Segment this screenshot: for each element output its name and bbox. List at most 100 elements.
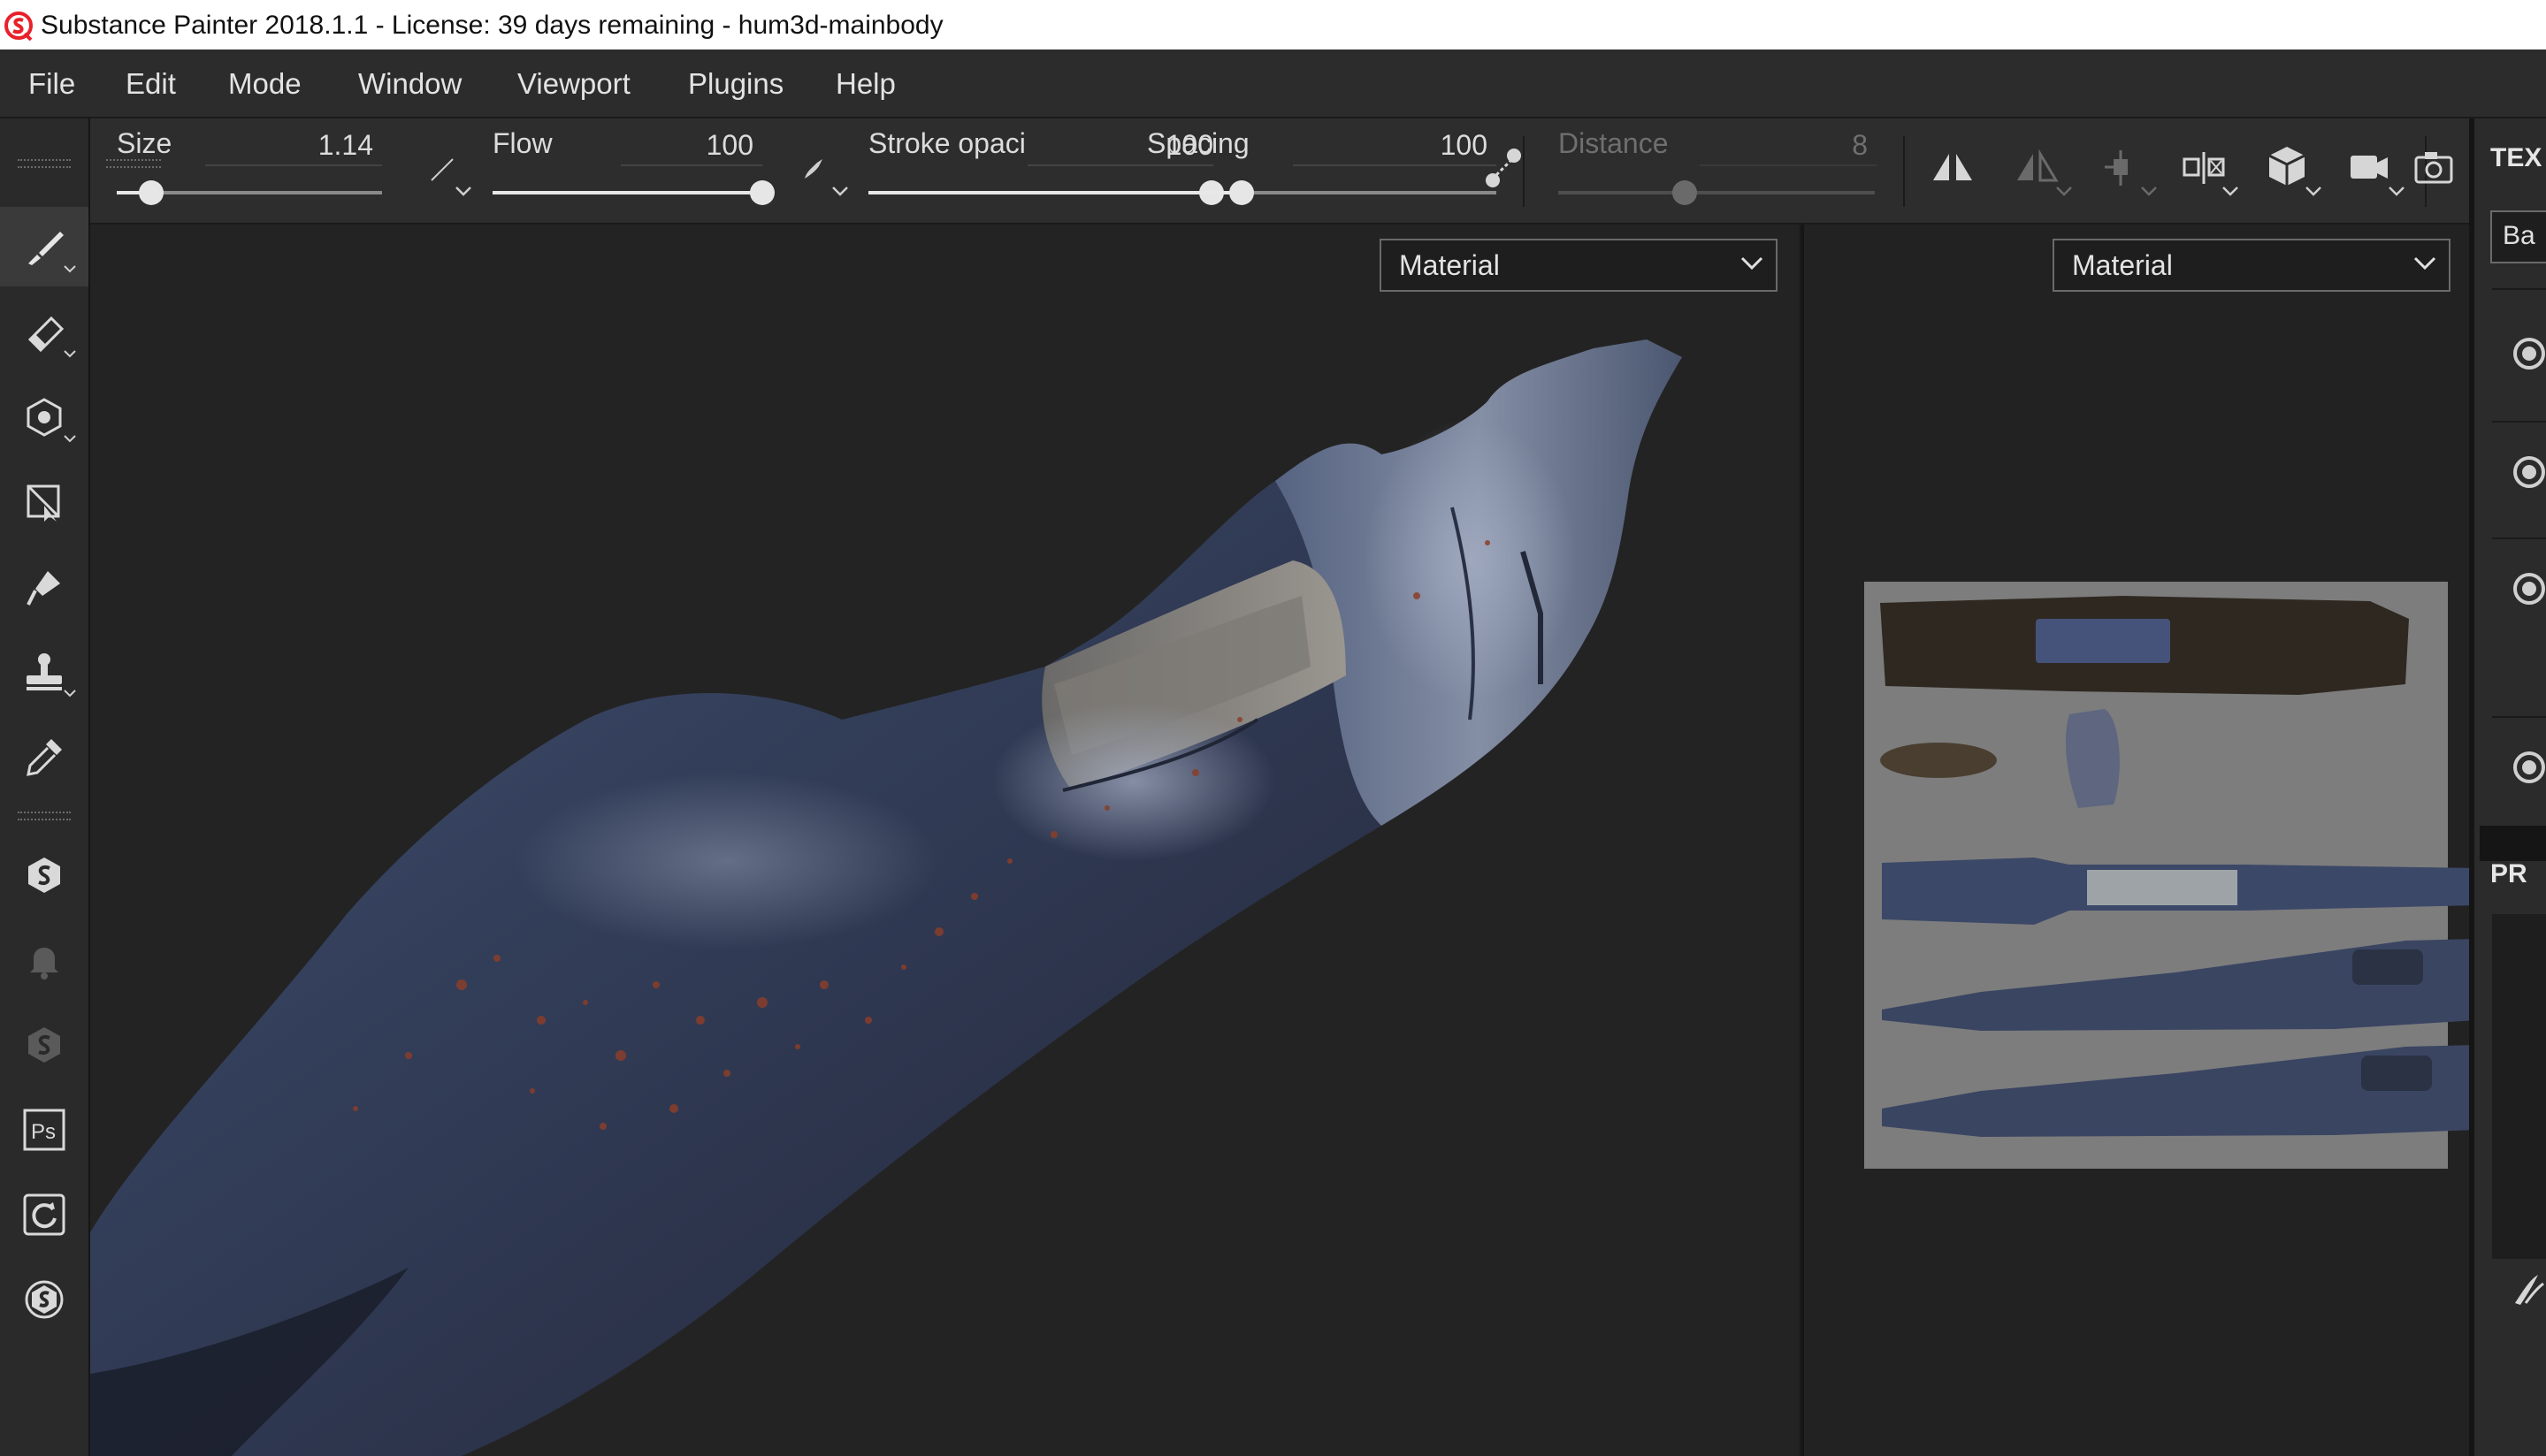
menu-bar: File Edit Mode Window Viewport Plugins H… (0, 50, 2546, 118)
right-panel: TEX Ba PR (2469, 118, 2546, 1456)
toolbar-grip[interactable] (18, 159, 71, 168)
camera-icon[interactable] (2347, 149, 2393, 187)
viewport-split-icon[interactable] (2181, 147, 2227, 189)
chevron-down-icon[interactable] (455, 186, 472, 198)
spacing-slider-handle[interactable] (1228, 180, 1254, 205)
substance-source-icon (28, 1027, 60, 1063)
spacing-value[interactable]: 100 (1355, 129, 1487, 162)
symmetry-icon[interactable] (1930, 147, 1976, 189)
pressure-size-icon[interactable] (426, 154, 458, 186)
chevron-down-icon[interactable] (2140, 186, 2158, 198)
display-mode-cube-icon[interactable] (2264, 143, 2310, 189)
tool-properties-bar: Size 1.14 Flow 100 Stroke opaci 100 Spac… (90, 118, 2469, 225)
chevron-down-icon[interactable] (831, 186, 849, 198)
color-picker-tool[interactable] (0, 716, 88, 796)
chevron-down-icon (64, 435, 76, 443)
spacing-field-underline (1293, 164, 1496, 166)
texture-set-field[interactable]: Ba (2490, 210, 2546, 263)
substance-painter-logo-icon (4, 11, 33, 41)
svg-text:Ps: Ps (31, 1120, 56, 1144)
photoshop-icon: Ps (23, 1109, 65, 1151)
spacing-label: Spacing (1147, 127, 1250, 159)
texture-set-radio-3[interactable] (2513, 573, 2545, 605)
chevron-down-icon[interactable] (2055, 186, 2073, 198)
notifications-tool[interactable] (0, 919, 88, 999)
menu-window[interactable]: Window (358, 67, 462, 101)
stroke-opacity-label: Stroke opaci (868, 127, 1026, 159)
distance-slider-handle[interactable] (1672, 180, 1698, 205)
menu-help[interactable]: Help (836, 67, 896, 101)
menu-file[interactable]: File (28, 67, 75, 101)
polygon-fill-icon (27, 484, 60, 522)
window-title: Substance Painter 2018.1.1 - License: 39… (41, 11, 944, 40)
camera-pivot-icon[interactable] (2098, 147, 2144, 189)
smudge-tool[interactable] (0, 546, 88, 626)
distance-slider-track[interactable] (1558, 191, 1875, 194)
substance-share-tool[interactable] (0, 835, 88, 914)
panel-separator (2492, 288, 2546, 290)
eyedropper-icon (27, 739, 62, 776)
panel-separator (2492, 537, 2546, 539)
toolbar-grip[interactable] (18, 812, 71, 820)
texture-set-radio-1[interactable] (2513, 338, 2545, 370)
paint-brush-tool[interactable] (0, 207, 88, 286)
paint-brush-icon (28, 232, 64, 265)
tool-strip: Ps (0, 118, 90, 1456)
substance-icon (25, 1280, 64, 1319)
menu-edit[interactable]: Edit (126, 67, 176, 101)
chevron-down-icon (64, 350, 76, 358)
spacing-slider-fill (1147, 191, 1242, 194)
flow-field-underline (621, 164, 762, 166)
pressure-flow-icon[interactable] (798, 152, 830, 184)
chevron-down-icon[interactable] (2388, 186, 2405, 198)
polygon-fill-tool[interactable] (0, 461, 88, 541)
substance-tool[interactable] (0, 1259, 88, 1338)
size-slider-handle[interactable] (139, 180, 164, 205)
screenshot-icon[interactable] (2412, 149, 2455, 187)
sync-icon (23, 1193, 65, 1236)
menu-viewport[interactable]: Viewport (517, 67, 631, 101)
eraser-icon (27, 316, 65, 353)
projection-tool[interactable] (0, 377, 88, 456)
menu-mode[interactable]: Mode (228, 67, 302, 101)
properties-panel-title: PR (2490, 859, 2527, 888)
size-value[interactable]: 1.14 (267, 129, 373, 162)
viewport-2d[interactable]: Material (1801, 225, 2473, 1456)
clone-stamp-icon (27, 653, 62, 690)
uv-texture-map (1864, 582, 2473, 1169)
flow-slider-fill (493, 191, 762, 194)
flow-value[interactable]: 100 (638, 129, 753, 162)
distance-label: Distance (1558, 127, 1669, 159)
brush-preview-icon[interactable] (2508, 1268, 2546, 1310)
size-label: Size (117, 127, 172, 159)
eraser-tool[interactable] (0, 292, 88, 371)
toolbar-separator (1903, 136, 1905, 207)
symmetry-settings-icon[interactable] (2014, 147, 2060, 189)
panel-divider (2480, 826, 2546, 861)
viewport-3d[interactable]: Material (90, 225, 1799, 1456)
stroke-opacity-field-underline (1028, 164, 1213, 166)
substance-source-tool[interactable] (0, 1004, 88, 1084)
panel-separator (2492, 716, 2546, 718)
size-field-underline (205, 164, 382, 166)
texture-set-radio-2[interactable] (2513, 456, 2545, 488)
toolbar-grip[interactable] (106, 159, 161, 168)
lazy-mouse-icon[interactable] (1480, 141, 1526, 194)
chevron-down-icon[interactable] (2305, 186, 2322, 198)
smudge-icon (27, 571, 60, 606)
photoshop-tool[interactable]: Ps (0, 1089, 88, 1169)
clone-tool[interactable] (0, 631, 88, 711)
menu-plugins[interactable]: Plugins (688, 67, 784, 101)
texture-set-radio-4[interactable] (2513, 751, 2545, 783)
chevron-down-icon (64, 265, 76, 273)
chevron-down-icon[interactable] (2221, 186, 2239, 198)
flow-slider-handle[interactable] (750, 180, 775, 205)
distance-value[interactable]: 8 (1770, 129, 1868, 162)
sync-tool[interactable] (0, 1174, 88, 1254)
texture-set-field-value: Ba (2503, 221, 2535, 250)
flow-label: Flow (493, 127, 553, 159)
title-bar: Substance Painter 2018.1.1 - License: 39… (0, 0, 2546, 50)
substance-share-icon (28, 858, 60, 893)
distance-field-underline (1700, 164, 1877, 166)
projection-icon (27, 398, 62, 437)
